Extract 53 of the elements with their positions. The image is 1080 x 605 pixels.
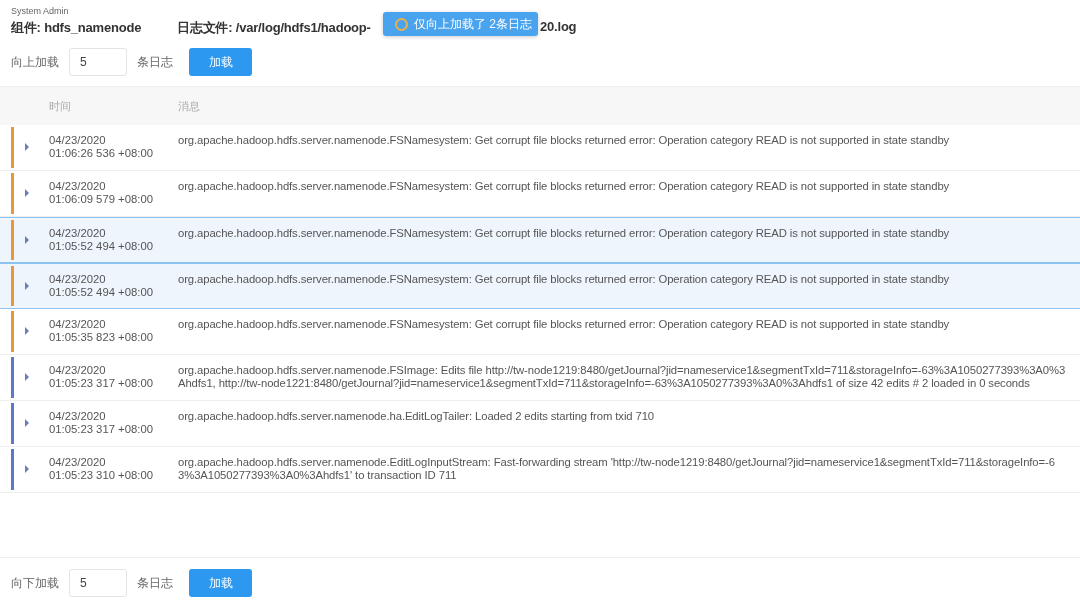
log-date: 04/23/2020 <box>49 456 107 469</box>
log-date: 04/23/2020 <box>49 410 107 423</box>
log-file-path: 日志文件: /var/log/hdfs1/hadoop- <box>177 19 372 37</box>
unit-label: 条日志 <box>137 574 173 592</box>
log-row[interactable]: 04/23/2020 01:05:52 494 +08:00 org.apache.hadoop.hdfs.server.namenode.FSNamesystem: Get corrupt file blocks returned error: Operation category READ is not supported in state standby <box>0 217 1080 263</box>
unit-label: 条日志 <box>137 53 173 71</box>
app-name: System Admin <box>11 6 70 16</box>
log-date: 04/23/2020 <box>49 364 107 377</box>
toast-message: 仅向上加载了 2条日志 <box>414 15 532 33</box>
log-message: org.apache.hadoop.hdfs.server.namenode.FSNamesystem: Get corrupt file blocks returned error: Operation category READ is not supported in state standby <box>178 133 951 148</box>
count-field[interactable]: 5 <box>69 569 127 597</box>
log-message: org.apache.hadoop.hdfs.server.namenode.FSNamesystem: Get corrupt file blocks returned error: Operation category READ is not supported in state standby <box>178 226 951 241</box>
expand-icon[interactable] <box>25 282 29 290</box>
log-message: org.apache.hadoop.hdfs.server.namenode.EditLogInputStream: Fast-forwarding stream 'http://tw-node1219:8480/getJournal?jid=nameservice1&segmentTxId=711&storageInfo=-63%3A1050277393%3A0%3Ahdfs1' to transaction ID 711 <box>178 455 1056 483</box>
log-message: org.apache.hadoop.hdfs.server.namenode.FSNamesystem: Get corrupt file blocks returned error: Operation category READ is not supported in state standby <box>178 272 951 287</box>
log-date: 04/23/2020 <box>49 318 107 331</box>
log-time: 01:05:23 317 +08:00 <box>49 423 154 436</box>
column-header: 消息 <box>178 98 201 114</box>
log-row[interactable]: 04/23/2020 01:05:23 317 +08:00 org.apache.hadoop.hdfs.server.namenode.ha.EditLogTailer: Loaded 2 edits starting from txid 710 <box>0 401 1080 447</box>
log-row[interactable]: 04/23/2020 01:05:35 823 +08:00 org.apache.hadoop.hdfs.server.namenode.FSNamesystem: Get corrupt file blocks returned error: Operation category READ is not supported in state standby <box>0 309 1080 355</box>
expand-icon[interactable] <box>25 143 29 151</box>
log-time: 01:05:23 317 +08:00 <box>49 377 154 390</box>
expand-icon[interactable] <box>25 419 29 427</box>
log-time: 01:05:23 310 +08:00 <box>49 469 154 482</box>
expand-icon[interactable] <box>25 373 29 381</box>
expand-icon[interactable] <box>25 189 29 197</box>
expand-icon[interactable] <box>25 465 29 473</box>
log-time: 01:05:52 494 +08:00 <box>49 286 154 299</box>
log-date: 04/23/2020 <box>49 227 107 240</box>
log-message: org.apache.hadoop.hdfs.server.namenode.ha.EditLogTailer: Loaded 2 edits starting from txid 710 <box>178 409 656 424</box>
expand-icon[interactable] <box>25 236 29 244</box>
expand-icon[interactable] <box>25 327 29 335</box>
column-header: 时间 <box>48 98 72 114</box>
loading-icon <box>395 17 408 31</box>
count-field[interactable]: 5 <box>69 48 127 76</box>
log-date: 04/23/2020 <box>49 273 107 286</box>
log-row[interactable] <box>0 355 1080 401</box>
component-title: 组件: hdfs_namenode <box>11 19 143 37</box>
log-file-path: 20.log <box>540 19 577 36</box>
log-time: 01:06:26 536 +08:00 <box>49 147 154 160</box>
log-message: org.apache.hadoop.hdfs.server.namenode.FSNamesystem: Get corrupt file blocks returned error: Operation category READ is not supported in state standby <box>178 179 951 194</box>
log-row[interactable]: 04/23/2020 01:05:52 494 +08:00 org.apache.hadoop.hdfs.server.namenode.FSNamesystem: Get corrupt file blocks returned error: Operation category READ is not supported in state standby <box>0 263 1080 309</box>
log-time: 01:06:09 579 +08:00 <box>49 193 154 206</box>
log-time: 01:05:52 494 +08:00 <box>49 240 154 253</box>
log-message: org.apache.hadoop.hdfs.server.namenode.FSNamesystem: Get corrupt file blocks returned error: Operation category READ is not supported in state standby <box>178 317 951 332</box>
loader-label: 向下加载 <box>11 574 59 592</box>
log-row[interactable] <box>0 447 1080 493</box>
log-message: org.apache.hadoop.hdfs.server.namenode.FSImage: Edits file http://tw-node1219:8480/getJournal?jid=nameservice1&segmentTxId=711&storageInfo=-63%3A1050277393%3A0%3Ahdfs1, http://tw-node1221:8480/getJournal?jid=nameservice1&segmentTxId=711&storageInfo=-63%3A1050277393%3A0%3Ahdfs1 of size 42 edits # 2 loaded in 0 seconds <box>178 363 1067 391</box>
loader-label: 向上加载 <box>11 53 59 71</box>
log-date: 04/23/2020 <box>49 180 107 193</box>
log-row[interactable]: 04/23/2020 01:06:26 536 +08:00 org.apache.hadoop.hdfs.server.namenode.FSNamesystem: Get corrupt file blocks returned error: Operation category READ is not supported in state standby <box>0 125 1080 171</box>
log-time: 01:05:35 823 +08:00 <box>49 331 154 344</box>
log-date: 04/23/2020 <box>49 134 107 147</box>
